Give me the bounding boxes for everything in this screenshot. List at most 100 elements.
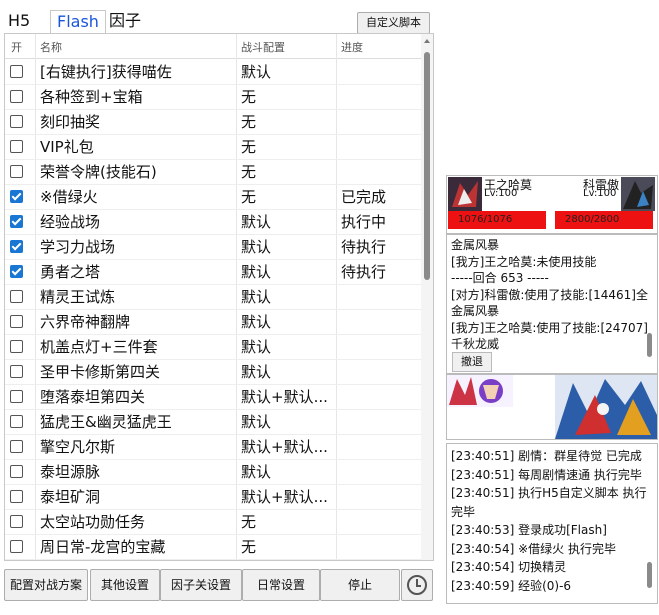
table-row[interactable]: 泰坦源脉 默认: [5, 459, 421, 485]
scroll-thumb[interactable]: [424, 52, 430, 280]
task-progress: 执行中: [341, 213, 387, 231]
task-progress: 已完成: [341, 188, 387, 206]
task-name: 经验战场: [40, 213, 101, 231]
enable-checkbox[interactable]: [10, 240, 23, 253]
battle-log-line: [对方]科雷傲:使用了技能:[14461]全: [451, 287, 648, 302]
enable-checkbox[interactable]: [10, 215, 23, 228]
enable-checkbox[interactable]: [10, 340, 23, 353]
header-config: 战斗配置: [241, 41, 285, 54]
enable-checkbox[interactable]: [10, 315, 23, 328]
tab-h5[interactable]: H5: [6, 10, 32, 32]
table-row[interactable]: 各种签到+宝箱 无: [5, 84, 421, 110]
tab-factor[interactable]: 因子: [107, 10, 143, 32]
enable-checkbox[interactable]: [10, 415, 23, 428]
table-row[interactable]: [右键执行]获得喵佐 默认: [5, 59, 421, 85]
enable-checkbox[interactable]: [10, 90, 23, 103]
stop-button[interactable]: 停止: [320, 569, 400, 601]
table-row[interactable]: ※借绿火 无已完成: [5, 184, 421, 210]
task-battle-config[interactable]: 默认: [241, 261, 333, 282]
run-log-line: [23:40:51] 剧情：群星待觉 已完成: [451, 449, 642, 463]
task-battle-config[interactable]: 无: [241, 136, 333, 157]
table-row[interactable]: 泰坦矿洞 默认+默认...: [5, 484, 421, 510]
scroll-up-icon[interactable]: [424, 39, 430, 43]
task-name: ※借绿火: [40, 188, 98, 206]
task-battle-config[interactable]: 默认: [241, 61, 333, 82]
task-progress: 待执行: [341, 238, 387, 256]
run-log-line: 完毕: [451, 504, 476, 519]
table-scrollbar[interactable]: [421, 34, 433, 560]
enable-checkbox[interactable]: [10, 115, 23, 128]
task-table: 开 名称 战斗配置 进度 [右键执行]获得喵佐 默认 各种签到+宝箱无刻印抽奖无 VI…: [4, 33, 434, 561]
task-battle-config[interactable]: 无: [241, 86, 333, 107]
player-hp-bar: 1076/1076: [448, 211, 546, 229]
task-name: 堕落泰坦第四关: [40, 388, 146, 406]
task-battle-config[interactable]: 默认: [241, 236, 333, 257]
table-row[interactable]: VIP礼包 无: [5, 134, 421, 160]
retreat-button[interactable]: 撤退: [452, 352, 492, 372]
schedule-button[interactable]: [401, 569, 433, 601]
enable-checkbox[interactable]: [10, 440, 23, 453]
task-battle-config[interactable]: 无: [241, 111, 333, 132]
enable-checkbox[interactable]: [10, 540, 23, 553]
battle-log: 金属风暴 [我方]王之哈莫:未使用技能 -----回合 653 ----- [对方]科…: [446, 234, 658, 374]
enable-checkbox[interactable]: [10, 390, 23, 403]
enable-checkbox[interactable]: [10, 465, 23, 478]
run-log-line: [23:40:51] 执行H5自定义脚本 执行: [451, 486, 647, 500]
run-log-line: [23:40:54] ※借绿火 执行完毕: [451, 541, 616, 556]
enable-checkbox[interactable]: [10, 265, 23, 278]
table-row[interactable]: 刻印抽奖 无: [5, 109, 421, 135]
table-row[interactable]: 学习力战场 默认 待执行: [5, 234, 421, 260]
enable-checkbox[interactable]: [10, 365, 23, 378]
table-row[interactable]: 堕落泰坦第四关 默认+默认...: [5, 384, 421, 410]
table-row[interactable]: 荣誉令牌(技能石) 无: [5, 159, 421, 185]
task-name: 勇者之塔: [40, 263, 101, 281]
task-battle-config[interactable]: 默认: [241, 286, 333, 307]
run-log-line: [23:40:54] 切换精灵: [451, 560, 567, 574]
task-battle-config[interactable]: 无: [241, 186, 333, 207]
enable-checkbox[interactable]: [10, 290, 23, 303]
task-name: 泰坦源脉: [40, 463, 101, 481]
custom-script-button[interactable]: 自定义脚本: [357, 12, 430, 34]
task-battle-config[interactable]: 默认+默认...: [241, 486, 333, 507]
opponent-hp-text: 2800/2800: [565, 214, 620, 225]
task-name: 太空站功勋任务: [40, 513, 146, 531]
enable-checkbox[interactable]: [10, 65, 23, 78]
table-row[interactable]: 经验战场 默认 执行中: [5, 209, 421, 235]
enable-checkbox[interactable]: [10, 490, 23, 503]
tab-flash[interactable]: Flash: [50, 10, 106, 33]
table-row[interactable]: 圣甲卡修斯第四关 默认: [5, 359, 421, 385]
table-row[interactable]: 机盖点灯+三件套 默认: [5, 334, 421, 360]
task-name: 精灵王试炼: [40, 288, 116, 306]
task-name: 学习力战场: [40, 238, 116, 256]
table-row[interactable]: 勇者之塔 默认 待执行: [5, 259, 421, 285]
task-name: 荣誉令牌(技能石): [40, 163, 157, 181]
table-row[interactable]: 周日常-龙宫的宝藏 无: [5, 534, 421, 560]
task-battle-config[interactable]: 默认: [241, 336, 333, 357]
task-battle-config[interactable]: 默认: [241, 411, 333, 432]
table-row[interactable]: 擎空凡尔斯 默认+默认...: [5, 434, 421, 460]
task-battle-config[interactable]: 无: [241, 511, 333, 532]
task-battle-config[interactable]: 默认+默认...: [241, 436, 333, 457]
factor-settings-button[interactable]: 因子关设置: [160, 569, 242, 601]
enable-checkbox[interactable]: [10, 165, 23, 178]
task-battle-config[interactable]: 无: [241, 536, 333, 557]
enable-checkbox[interactable]: [10, 190, 23, 203]
table-row[interactable]: 六界帝神翻牌 默认: [5, 309, 421, 335]
task-battle-config[interactable]: 无: [241, 161, 333, 182]
config-battle-plan-button[interactable]: 配置对战方案: [4, 569, 88, 601]
task-battle-config[interactable]: 默认+默认...: [241, 386, 333, 407]
battle-log-line: 千秋龙威: [451, 337, 500, 351]
enable-checkbox[interactable]: [10, 140, 23, 153]
other-settings-button[interactable]: 其他设置: [90, 569, 160, 601]
table-row[interactable]: 太空站功勋任务 无: [5, 509, 421, 535]
task-battle-config[interactable]: 默认: [241, 461, 333, 482]
table-row[interactable]: 猛虎王&幽灵猛虎王 默认: [5, 409, 421, 435]
run-log-scroll-thumb[interactable]: [647, 562, 652, 588]
task-battle-config[interactable]: 默认: [241, 311, 333, 332]
enable-checkbox[interactable]: [10, 515, 23, 528]
task-battle-config[interactable]: 默认: [241, 361, 333, 382]
table-row[interactable]: 精灵王试炼 默认: [5, 284, 421, 310]
daily-settings-button[interactable]: 日常设置: [242, 569, 320, 601]
battle-log-scroll-thumb[interactable]: [647, 333, 652, 357]
task-battle-config[interactable]: 默认: [241, 211, 333, 232]
